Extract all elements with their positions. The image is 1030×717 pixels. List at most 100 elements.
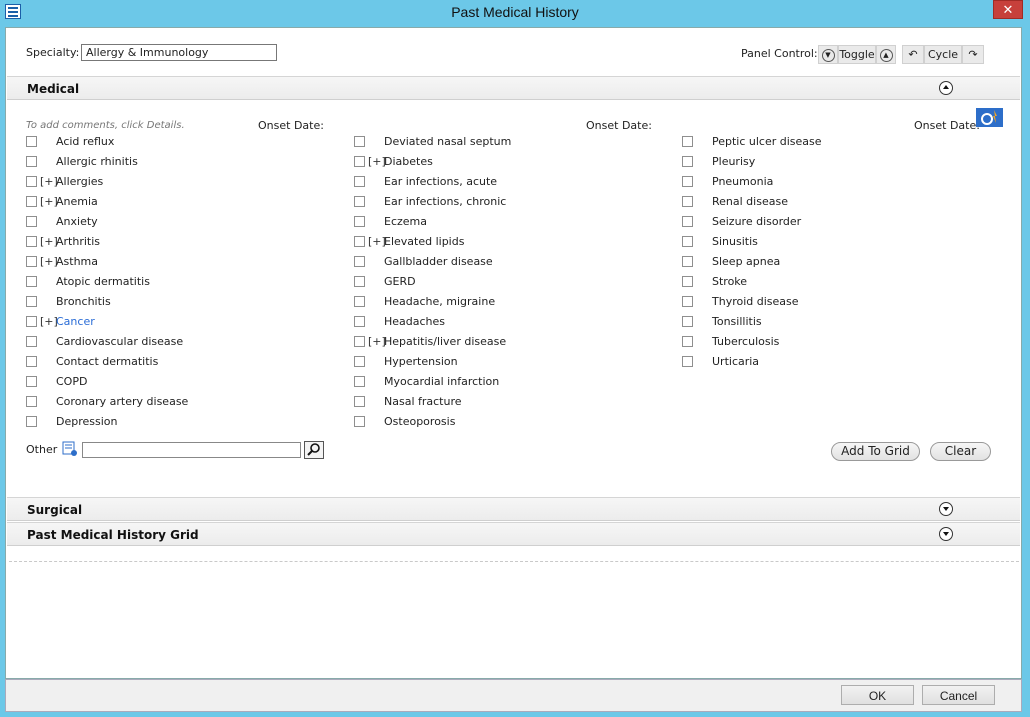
expand-all-button[interactable]: ▲ <box>876 45 896 64</box>
title-bar: Past Medical History ✕ <box>0 0 1030 25</box>
condition-label[interactable]: Cancer <box>56 315 95 328</box>
condition-label: Pleurisy <box>712 155 756 168</box>
chevron-up-icon[interactable] <box>939 81 953 95</box>
condition-checkbox[interactable] <box>26 156 37 167</box>
section-pmh-grid[interactable]: Past Medical History Grid <box>7 522 1020 546</box>
condition-checkbox[interactable] <box>26 276 37 287</box>
condition-label: Deviated nasal septum <box>384 135 512 148</box>
condition-checkbox[interactable] <box>26 136 37 147</box>
condition-checkbox[interactable] <box>682 196 693 207</box>
divider <box>9 561 1019 562</box>
condition-checkbox[interactable] <box>682 296 693 307</box>
cycle-button[interactable]: Cycle <box>924 45 962 64</box>
condition-label: Stroke <box>712 275 748 288</box>
condition-checkbox[interactable] <box>26 336 37 347</box>
condition-label: Urticaria <box>712 355 760 368</box>
condition-label: Contact dermatitis <box>56 355 159 368</box>
section-medical[interactable]: Medical <box>7 76 1020 100</box>
condition-label: Peptic ulcer disease <box>712 135 822 148</box>
cancel-button[interactable]: Cancel <box>922 685 995 705</box>
list-search-icon[interactable] <box>62 441 78 457</box>
condition-checkbox[interactable] <box>354 236 365 247</box>
condition-label: Tuberculosis <box>712 335 780 348</box>
condition-label: Elevated lipids <box>384 235 465 248</box>
condition-checkbox[interactable] <box>682 276 693 287</box>
condition-checkbox[interactable] <box>682 136 693 147</box>
condition-checkbox[interactable] <box>682 356 693 367</box>
condition-checkbox[interactable] <box>26 196 37 207</box>
redo-arrow-icon: ↷ <box>968 48 978 61</box>
condition-checkbox[interactable] <box>682 176 693 187</box>
condition-label: Hypertension <box>384 355 458 368</box>
condition-checkbox[interactable] <box>26 356 37 367</box>
condition-checkbox[interactable] <box>26 236 37 247</box>
onset-date-label-3: Onset Date: <box>914 119 980 132</box>
ok-button[interactable]: OK <box>841 685 914 705</box>
undo-button[interactable]: ↶ <box>902 45 924 64</box>
condition-checkbox[interactable] <box>26 316 37 327</box>
condition-label: Sleep apnea <box>712 255 781 268</box>
condition-label: Cardiovascular disease <box>56 335 184 348</box>
chevron-down-icon[interactable] <box>939 502 953 516</box>
toggle-button[interactable]: Toggle <box>838 45 876 64</box>
condition-checkbox[interactable] <box>354 176 365 187</box>
condition-checkbox[interactable] <box>354 136 365 147</box>
specialty-input[interactable]: Allergy & Immunology <box>81 44 277 61</box>
condition-label: Diabetes <box>384 155 433 168</box>
details-icon[interactable] <box>976 108 1003 127</box>
condition-checkbox[interactable] <box>26 376 37 387</box>
condition-label: Ear infections, acute <box>384 175 498 188</box>
close-button[interactable]: ✕ <box>993 0 1023 19</box>
section-title: Past Medical History Grid <box>27 528 199 542</box>
section-title: Surgical <box>27 503 83 517</box>
condition-checkbox[interactable] <box>354 276 365 287</box>
condition-checkbox[interactable] <box>354 156 365 167</box>
other-input[interactable] <box>82 442 301 458</box>
search-button[interactable] <box>304 441 324 459</box>
condition-checkbox[interactable] <box>354 336 365 347</box>
condition-checkbox[interactable] <box>354 296 365 307</box>
condition-checkbox[interactable] <box>354 356 365 367</box>
condition-checkbox[interactable] <box>26 216 37 227</box>
condition-checkbox[interactable] <box>354 316 365 327</box>
condition-checkbox[interactable] <box>682 236 693 247</box>
condition-checkbox[interactable] <box>682 316 693 327</box>
condition-checkbox[interactable] <box>354 396 365 407</box>
clear-button[interactable]: Clear <box>930 442 991 461</box>
condition-checkbox[interactable] <box>682 336 693 347</box>
condition-label: Allergic rhinitis <box>56 155 138 168</box>
other-label: Other <box>26 443 58 456</box>
condition-label: Arthritis <box>56 235 101 248</box>
section-surgical[interactable]: Surgical <box>7 497 1020 521</box>
condition-checkbox[interactable] <box>682 256 693 267</box>
condition-label: Gallbladder disease <box>384 255 493 268</box>
add-to-grid-button[interactable]: Add To Grid <box>831 442 920 461</box>
onset-date-label-1: Onset Date: <box>258 119 324 132</box>
redo-button[interactable]: ↷ <box>962 45 984 64</box>
condition-checkbox[interactable] <box>354 416 365 427</box>
condition-checkbox[interactable] <box>354 256 365 267</box>
condition-label: Tonsillitis <box>712 315 762 328</box>
condition-checkbox[interactable] <box>26 296 37 307</box>
condition-checkbox[interactable] <box>26 176 37 187</box>
condition-label: GERD <box>384 275 416 288</box>
condition-checkbox[interactable] <box>26 256 37 267</box>
condition-label: Eczema <box>384 215 427 228</box>
condition-label: Renal disease <box>712 195 788 208</box>
chevron-down-icon[interactable] <box>939 527 953 541</box>
specialty-label: Specialty: <box>26 46 80 59</box>
condition-label: Nasal fracture <box>384 395 462 408</box>
condition-checkbox[interactable] <box>354 196 365 207</box>
chevron-up-icon: ▲ <box>879 48 893 62</box>
condition-checkbox[interactable] <box>26 396 37 407</box>
condition-checkbox[interactable] <box>682 216 693 227</box>
collapse-all-button[interactable]: ▼ <box>818 45 838 64</box>
condition-checkbox[interactable] <box>354 376 365 387</box>
condition-label: Allergies <box>56 175 104 188</box>
condition-checkbox[interactable] <box>682 156 693 167</box>
condition-label: Seizure disorder <box>712 215 802 228</box>
condition-checkbox[interactable] <box>354 216 365 227</box>
condition-checkbox[interactable] <box>26 416 37 427</box>
panel-control-label: Panel Control: <box>741 47 818 60</box>
condition-label: Depression <box>56 415 118 428</box>
